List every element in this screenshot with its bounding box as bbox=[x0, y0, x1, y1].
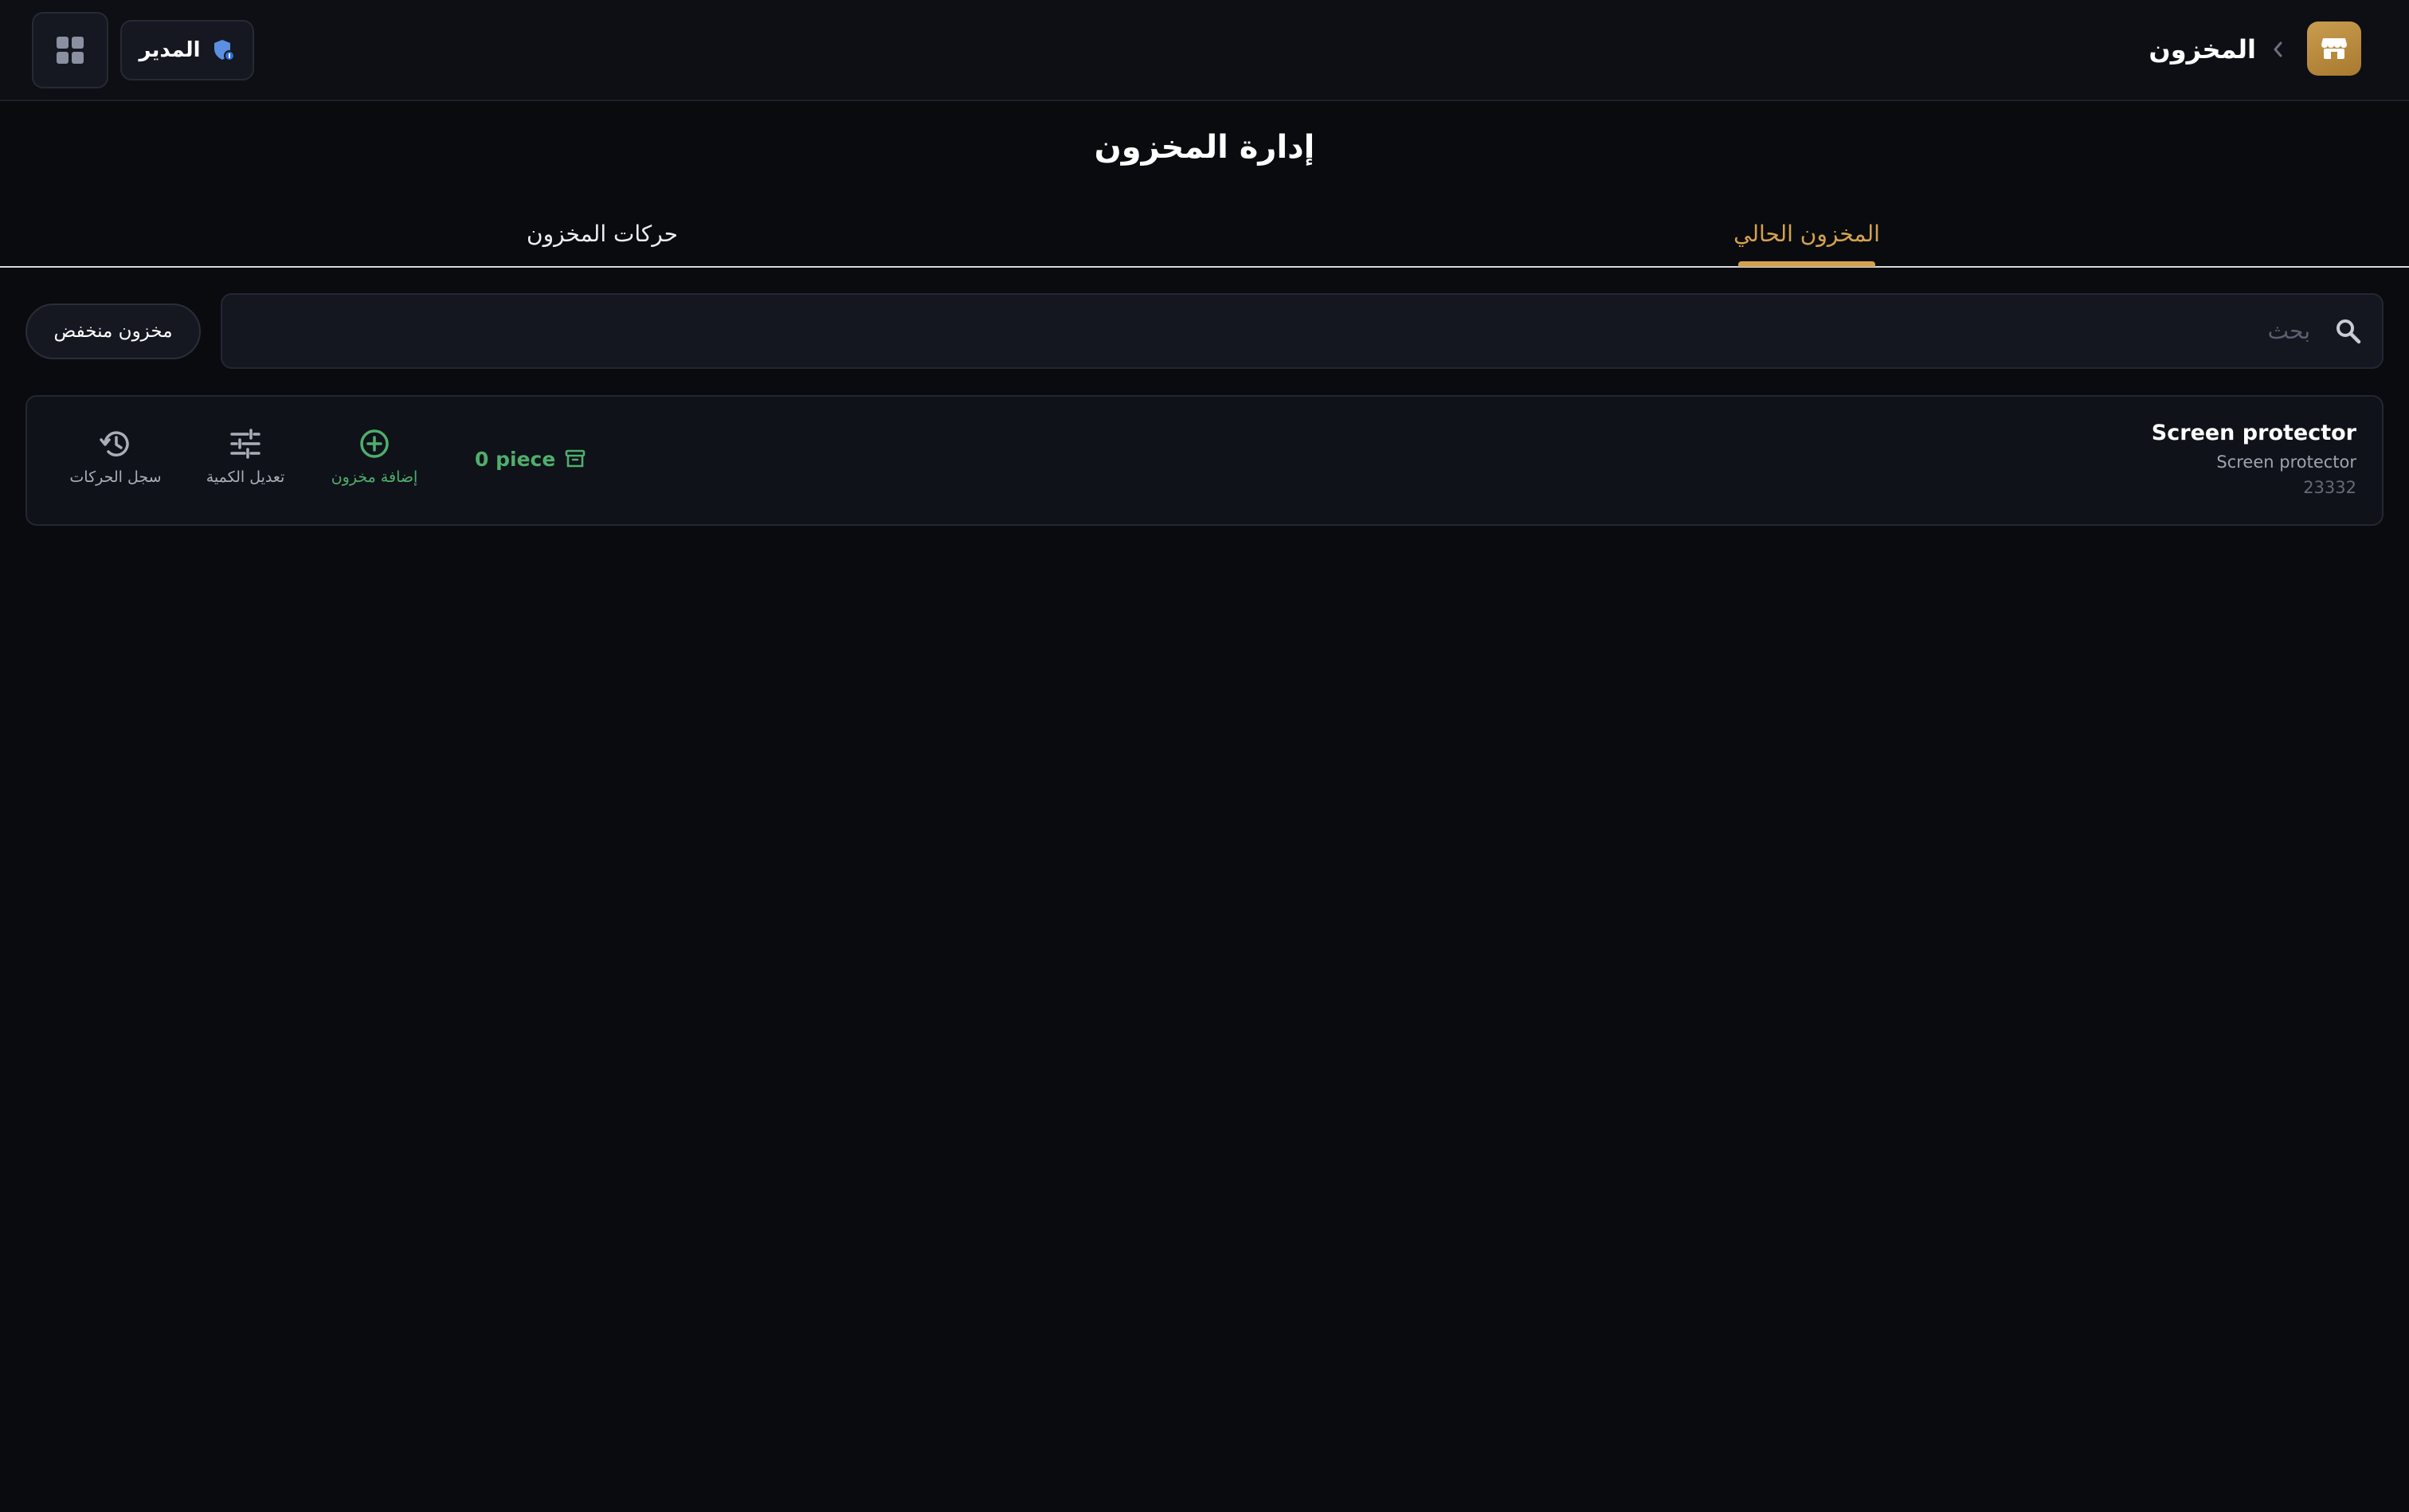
store-icon[interactable] bbox=[2307, 22, 2361, 76]
item-code: 23332 bbox=[2303, 478, 2356, 497]
add-stock-label: إضافة مخزون bbox=[331, 468, 418, 486]
low-stock-filter-button[interactable]: مخزون منخفض bbox=[25, 304, 201, 359]
grid-icon bbox=[57, 37, 84, 64]
stock-quantity-text: 0 piece bbox=[475, 447, 556, 471]
item-name: Screen protector bbox=[2151, 421, 2356, 445]
movement-history-label: سجل الحركات bbox=[69, 468, 162, 486]
inventory-item-card[interactable]: Screen protector Screen protector 23332 … bbox=[25, 395, 2384, 526]
tab-stock-movements[interactable]: حركات المخزون bbox=[0, 199, 1204, 268]
page-title: إدارة المخزون bbox=[1094, 129, 1315, 166]
active-tab-indicator bbox=[1738, 261, 1875, 267]
chevron-left-icon bbox=[2267, 35, 2288, 64]
adjust-quantity-label: تعديل الكمية bbox=[206, 468, 285, 486]
item-description: Screen protector bbox=[2216, 452, 2356, 472]
user-role-chip[interactable]: المدير bbox=[120, 20, 254, 80]
apps-menu-button[interactable] bbox=[32, 12, 108, 88]
search-icon bbox=[2337, 319, 2361, 344]
history-icon bbox=[100, 431, 129, 456]
breadcrumb-title[interactable]: المخزون bbox=[2149, 29, 2256, 70]
search-box[interactable] bbox=[221, 293, 2384, 369]
admin-shield-icon bbox=[213, 40, 235, 61]
add-stock-button[interactable]: إضافة مخزون bbox=[311, 427, 438, 499]
stock-quantity: 0 piece bbox=[475, 443, 586, 475]
role-label: المدير bbox=[139, 38, 201, 62]
tab-current-stock[interactable]: المخزون الحالي bbox=[1204, 199, 2409, 268]
adjust-quantity-button[interactable]: تعديل الكمية bbox=[182, 427, 309, 499]
search-input[interactable] bbox=[319, 295, 2310, 367]
archive-box-icon bbox=[565, 449, 586, 468]
movement-history-button[interactable]: سجل الحركات bbox=[52, 427, 179, 499]
sliders-icon bbox=[230, 429, 260, 459]
add-circle-icon bbox=[360, 429, 389, 458]
top-bar: المخزون المدير bbox=[0, 0, 2409, 101]
tab-bar: المخزون الحالي حركات المخزون bbox=[0, 199, 2409, 268]
